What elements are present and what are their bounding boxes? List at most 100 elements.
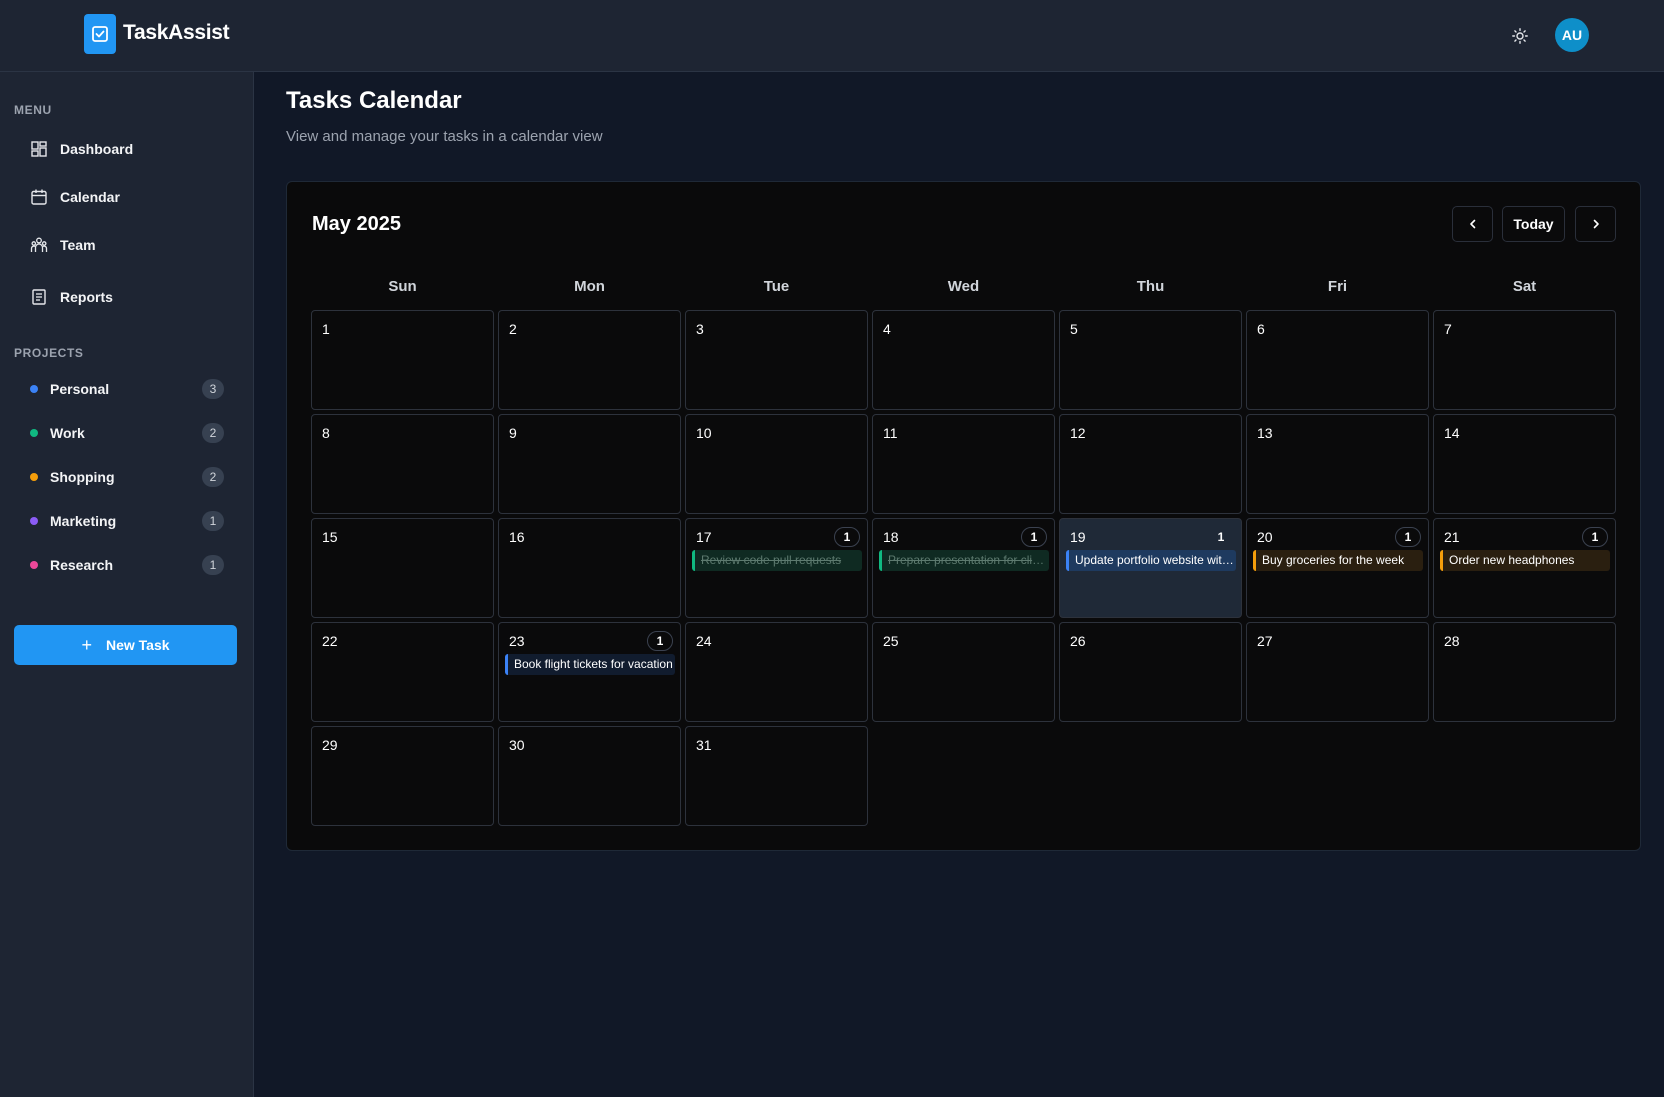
- calendar-day-cell[interactable]: 28: [1433, 622, 1616, 722]
- calendar-day-cell[interactable]: 18 1 Prepare presentation for client meeti…: [872, 518, 1055, 618]
- calendar-day-cell[interactable]: 16: [498, 518, 681, 618]
- calendar-day-cell[interactable]: 3: [685, 310, 868, 410]
- plus-icon: +: [81, 634, 92, 655]
- menu-section-label: MENU: [14, 103, 52, 117]
- task-count-badge: 1: [834, 527, 860, 547]
- sidebar-item-calendar[interactable]: Calendar: [14, 179, 236, 215]
- app-name: TaskAssist: [123, 21, 230, 44]
- task-chip[interactable]: Prepare presentation for client meeting: [879, 550, 1049, 571]
- project-item-shopping[interactable]: Shopping 2: [14, 462, 224, 492]
- theme-toggle-button[interactable]: [1508, 24, 1532, 48]
- day-number: 1: [322, 321, 330, 337]
- calendar-day-cell[interactable]: 9: [498, 414, 681, 514]
- day-number: 21: [1444, 529, 1460, 545]
- day-number: 31: [696, 737, 712, 753]
- project-label: Marketing: [50, 513, 117, 529]
- project-count-badge: 2: [202, 423, 224, 443]
- calendar-day-cell[interactable]: 20 1 Buy groceries for the week: [1246, 518, 1429, 618]
- calendar-day-cell[interactable]: 4: [872, 310, 1055, 410]
- project-color-dot: [30, 561, 38, 569]
- day-number: 28: [1444, 633, 1460, 649]
- project-item-personal[interactable]: Personal 3: [14, 374, 224, 404]
- calendar-icon: [31, 189, 47, 205]
- projects-section-label: PROJECTS: [14, 346, 84, 360]
- day-number: 22: [322, 633, 338, 649]
- day-number: 6: [1257, 321, 1265, 337]
- task-chip[interactable]: Buy groceries for the week: [1253, 550, 1423, 571]
- calendar-day-cell[interactable]: 17 1 Review code pull requests: [685, 518, 868, 618]
- calendar-day-cell[interactable]: 14: [1433, 414, 1616, 514]
- project-item-work[interactable]: Work 2: [14, 418, 224, 448]
- calendar-day-cell[interactable]: 2: [498, 310, 681, 410]
- day-number: 13: [1257, 425, 1273, 441]
- weekday-header: Wed: [947, 278, 980, 295]
- calendar-day-cell[interactable]: 7: [1433, 310, 1616, 410]
- project-color-dot: [30, 429, 38, 437]
- project-label: Shopping: [50, 469, 115, 485]
- project-count-badge: 1: [202, 511, 224, 531]
- page-title: Tasks Calendar: [286, 87, 462, 114]
- calendar-day-cell[interactable]: 8: [311, 414, 494, 514]
- sidebar-item-label: Calendar: [60, 189, 120, 205]
- sidebar-item-dashboard[interactable]: Dashboard: [14, 131, 236, 167]
- day-number: 26: [1070, 633, 1086, 649]
- day-number: 23: [509, 633, 525, 649]
- calendar-day-cell[interactable]: 26: [1059, 622, 1242, 722]
- next-month-button[interactable]: [1575, 206, 1616, 242]
- dashboard-icon: [31, 141, 47, 157]
- sidebar-item-label: Dashboard: [60, 141, 134, 157]
- calendar-day-cell[interactable]: 1: [311, 310, 494, 410]
- calendar-day-cell[interactable]: 23 1 Book flight tickets for vacation: [498, 622, 681, 722]
- day-number: 3: [696, 321, 704, 337]
- user-avatar[interactable]: AU: [1555, 18, 1589, 52]
- task-chip[interactable]: Book flight tickets for vacation: [505, 654, 675, 675]
- day-number: 16: [509, 529, 525, 545]
- calendar-day-cell[interactable]: 27: [1246, 622, 1429, 722]
- project-color-dot: [30, 385, 38, 393]
- day-number: 15: [322, 529, 338, 545]
- project-label: Personal: [50, 381, 110, 397]
- calendar-day-cell[interactable]: 12: [1059, 414, 1242, 514]
- weekday-header: Sat: [1512, 278, 1537, 295]
- day-number: 14: [1444, 425, 1460, 441]
- calendar-day-cell[interactable]: 29: [311, 726, 494, 826]
- project-item-research[interactable]: Research 1: [14, 550, 224, 580]
- task-chip[interactable]: Update portfolio website with new projec…: [1066, 550, 1236, 571]
- day-number: 24: [696, 633, 712, 649]
- task-count-badge: 1: [647, 631, 673, 651]
- sidebar-item-team[interactable]: Team: [14, 227, 236, 263]
- weekday-header: Mon: [574, 278, 605, 295]
- calendar-day-cell[interactable]: 24: [685, 622, 868, 722]
- project-label: Work: [50, 425, 85, 441]
- calendar-day-cell[interactable]: 11: [872, 414, 1055, 514]
- calendar-day-cell[interactable]: 13: [1246, 414, 1429, 514]
- sidebar-item-reports[interactable]: Reports: [14, 279, 236, 315]
- calendar-day-cell[interactable]: 5: [1059, 310, 1242, 410]
- calendar-day-cell[interactable]: 30: [498, 726, 681, 826]
- new-task-button[interactable]: + New Task: [14, 625, 237, 665]
- day-number: 17: [696, 529, 712, 545]
- prev-month-button[interactable]: [1452, 206, 1493, 242]
- day-number: 25: [883, 633, 899, 649]
- calendar-day-cell[interactable]: 19 1 Update portfolio website with new pro…: [1059, 518, 1242, 618]
- project-color-dot: [30, 473, 38, 481]
- calendar-day-cell[interactable]: 15: [311, 518, 494, 618]
- task-chip[interactable]: Review code pull requests: [692, 550, 862, 571]
- day-number: 2: [509, 321, 517, 337]
- day-number: 18: [883, 529, 899, 545]
- calendar-day-cell[interactable]: 6: [1246, 310, 1429, 410]
- reports-icon: [32, 289, 46, 305]
- page-subtitle: View and manage your tasks in a calendar…: [286, 128, 603, 145]
- calendar-day-cell[interactable]: 21 1 Order new headphones: [1433, 518, 1616, 618]
- task-chip[interactable]: Order new headphones: [1440, 550, 1610, 571]
- project-label: Research: [50, 557, 114, 573]
- today-button[interactable]: Today: [1502, 206, 1565, 242]
- task-count-badge: 1: [1217, 530, 1225, 544]
- calendar-day-cell[interactable]: 22: [311, 622, 494, 722]
- calendar-day-cell[interactable]: 25: [872, 622, 1055, 722]
- project-item-marketing[interactable]: Marketing 1: [14, 506, 224, 536]
- calendar-day-cell[interactable]: 31: [685, 726, 868, 826]
- logo-icon: [84, 14, 116, 54]
- calendar-day-cell[interactable]: 10: [685, 414, 868, 514]
- day-number: 27: [1257, 633, 1273, 649]
